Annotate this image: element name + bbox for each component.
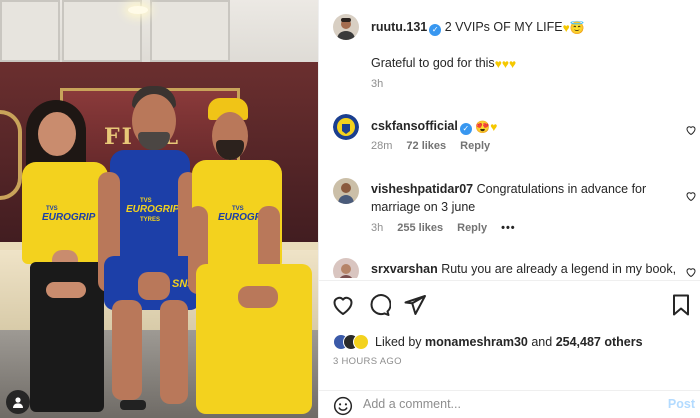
comment-username[interactable]: srxvarshan xyxy=(371,262,438,276)
verified-badge-icon: ✓ xyxy=(429,24,442,36)
yellow-heart-icon: ♥ xyxy=(501,57,509,71)
instagram-post-view: FI AL EUROGRIP TVS TVS EUROGRIP TYRES xyxy=(0,0,700,418)
author-username[interactable]: ruutu.131 xyxy=(371,20,427,34)
post-comment-button[interactable]: Post xyxy=(668,397,695,411)
verified-badge-icon: ✓ xyxy=(459,123,472,135)
caption-text-block: ruutu.131 ✓ 2 VVIPs OF MY LIFE♥😇 xyxy=(371,18,691,36)
like-comment-heart-icon[interactable] xyxy=(685,266,697,278)
add-comment-row: Post xyxy=(319,390,700,418)
caption-line1: 2 VVIPs OF MY LIFE xyxy=(444,20,563,34)
locker xyxy=(150,0,230,62)
commenter-photo xyxy=(333,178,359,204)
yellow-heart-icon: ♥ xyxy=(490,120,498,134)
likes-summary: Liked by monameshram30 and 254,487 other… xyxy=(333,331,643,353)
like-comment-heart-icon[interactable] xyxy=(685,124,697,136)
commenter-avatar[interactable] xyxy=(333,178,359,204)
add-comment-input[interactable] xyxy=(363,397,643,411)
author-avatar[interactable] xyxy=(333,14,359,40)
commenter-avatar[interactable] xyxy=(333,114,359,140)
post-timestamp[interactable]: 3 HOURS AGO xyxy=(333,356,402,367)
commenter-photo xyxy=(333,258,359,278)
comment-bubble-icon[interactable] xyxy=(367,293,391,317)
comment-likes[interactable]: 255 likes xyxy=(397,222,443,234)
user-icon xyxy=(13,397,23,408)
liked-by-user[interactable]: monameshram30 xyxy=(425,335,528,349)
comment-meta: 3h 255 likes Reply ••• xyxy=(371,222,516,234)
smiling-face-icon: 😇 xyxy=(569,21,585,35)
post-side-panel: ruutu.131 ✓ 2 VVIPs OF MY LIFE♥😇 Grateful… xyxy=(318,0,700,418)
post-photo[interactable]: FI AL EUROGRIP TVS TVS EUROGRIP TYRES xyxy=(0,0,318,418)
save-bookmark-icon[interactable] xyxy=(669,293,693,317)
comment-time: 3h xyxy=(371,222,384,234)
tagged-people-button[interactable] xyxy=(6,390,30,414)
reply-button[interactable]: Reply xyxy=(457,222,487,234)
caption-line2: Grateful to god for this xyxy=(371,56,495,70)
comment-item: srxvarshan Rutu you are already a legend… xyxy=(333,258,697,278)
caption-time: 3h xyxy=(371,78,384,90)
ceiling-light xyxy=(128,6,148,14)
comment-time: 28m xyxy=(371,140,393,152)
likes-text: Liked by monameshram30 and 254,487 other… xyxy=(375,335,643,349)
locker xyxy=(0,0,60,62)
heart-eyes-icon: 😍 xyxy=(475,120,491,134)
yellow-heart-icon: ♥ xyxy=(562,21,570,35)
caption-line2-block: Grateful to god for this♥♥♥ xyxy=(371,54,691,72)
comment-item: cskfansofficial ✓ 😍♥ 28m 72 likes Reply xyxy=(333,114,697,160)
post-action-bar xyxy=(319,280,700,324)
yellow-heart-icon: ♥ xyxy=(508,57,517,71)
reply-button[interactable]: Reply xyxy=(460,140,490,152)
comment-text-block: cskfansofficial ✓ 😍♥ xyxy=(371,117,691,135)
comments-list[interactable]: ruutu.131 ✓ 2 VVIPs OF MY LIFE♥😇 Grateful… xyxy=(319,0,700,278)
csk-logo-icon xyxy=(333,114,359,140)
like-heart-icon[interactable] xyxy=(331,293,355,317)
emoji-smile-icon[interactable] xyxy=(333,396,353,416)
post-caption: ruutu.131 ✓ 2 VVIPs OF MY LIFE♥😇 Grateful… xyxy=(333,14,695,94)
more-options-icon[interactable]: ••• xyxy=(501,222,516,234)
yellow-heart-icon: ♥ xyxy=(494,57,502,71)
likes-others-link[interactable]: 254,487 others xyxy=(556,335,643,349)
comment-text-block: visheshpatidar07 Congratulations in adva… xyxy=(371,180,691,216)
trophy-frame xyxy=(0,110,22,200)
comment-username[interactable]: visheshpatidar07 xyxy=(371,182,473,196)
comment-username[interactable]: cskfansofficial xyxy=(371,119,458,133)
commenter-avatar[interactable] xyxy=(333,258,359,278)
comment-item: visheshpatidar07 Congratulations in adva… xyxy=(333,178,697,242)
comment-likes[interactable]: 72 likes xyxy=(406,140,446,152)
author-photo xyxy=(333,14,359,40)
like-comment-heart-icon[interactable] xyxy=(685,190,697,202)
liker-avatar xyxy=(353,334,369,350)
caption-meta: 3h xyxy=(371,78,383,90)
comment-text-block: srxvarshan Rutu you are already a legend… xyxy=(371,260,691,278)
share-paper-plane-icon[interactable] xyxy=(403,293,427,317)
comment-meta: 28m 72 likes Reply xyxy=(371,140,490,152)
shoe xyxy=(120,400,146,410)
